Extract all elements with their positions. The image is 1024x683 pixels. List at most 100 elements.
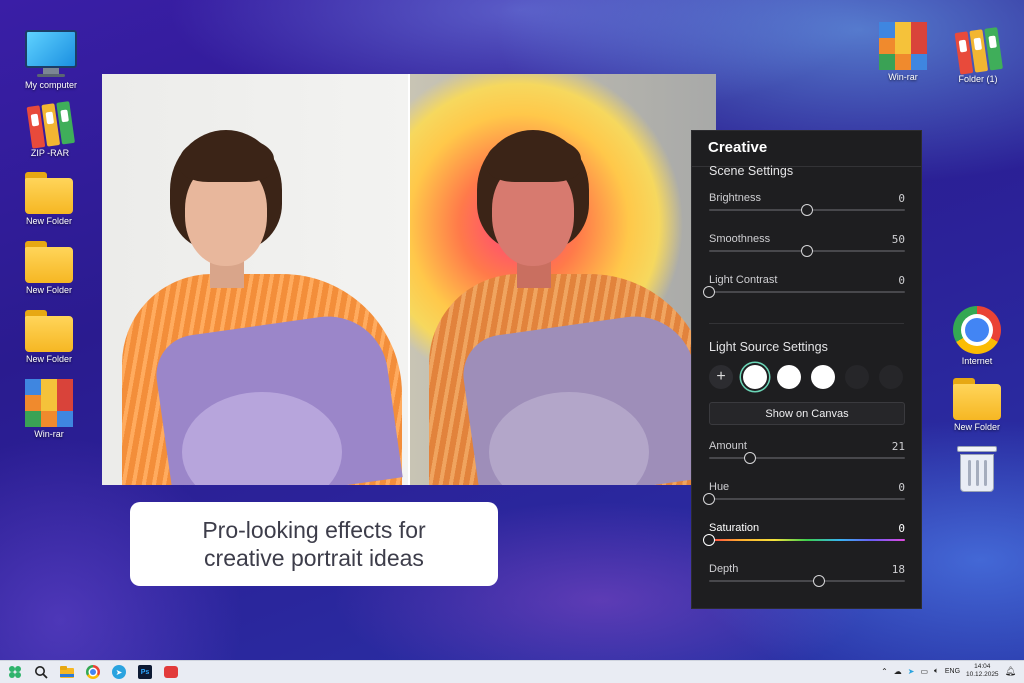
winrar-icon xyxy=(25,379,73,427)
folder-icon xyxy=(953,376,1001,420)
light-source-swatches: + xyxy=(692,364,921,390)
desktop-icon-label: New Folder xyxy=(953,422,1000,432)
desktop-icon-win-rar-top[interactable]: Win-rar xyxy=(866,22,940,82)
photoshop-button[interactable]: Ps xyxy=(136,663,154,681)
light-contrast-slider[interactable]: Light Contrast 0 xyxy=(692,274,921,315)
slider-value: 18 xyxy=(891,563,905,576)
brightness-slider[interactable]: Brightness 0 xyxy=(692,192,921,233)
photo-app-icon xyxy=(164,666,178,678)
desktop-icon-label: New Folder xyxy=(25,354,72,364)
slider-knob[interactable] xyxy=(801,204,813,216)
file-explorer-button[interactable] xyxy=(58,663,76,681)
depth-slider[interactable]: Depth 18 xyxy=(692,563,921,604)
desktop-icon-recycle-bin[interactable] xyxy=(940,446,1014,494)
add-light-button[interactable]: + xyxy=(709,365,733,389)
caption-card: Pro-looking effects for creative portrai… xyxy=(130,502,498,586)
slider-track[interactable] xyxy=(709,245,905,257)
desktop-icon-label: New Folder xyxy=(25,285,72,295)
slider-label: Light Contrast xyxy=(709,274,778,286)
slider-knob[interactable] xyxy=(812,575,825,587)
clock[interactable]: 14:04 10.12.2025 xyxy=(966,663,999,679)
desktop-icon-win-rar[interactable]: Win-rar xyxy=(12,379,86,439)
folder-icon xyxy=(25,239,73,283)
desktop-icon-new-folder-right[interactable]: New Folder xyxy=(940,376,1014,432)
desktop-icon-label: New Folder xyxy=(25,216,72,226)
telegram-icon: ➤ xyxy=(112,665,126,679)
light-source-settings-title: Light Source Settings xyxy=(709,340,828,354)
slider-knob[interactable] xyxy=(801,245,813,257)
desktop-icon-new-folder-3[interactable]: New Folder xyxy=(12,308,86,364)
light-swatch-selected[interactable] xyxy=(743,365,767,389)
light-swatch-empty[interactable] xyxy=(845,365,869,389)
taskbar: ➤ Ps ⌃ ☁ ➤ ▭ 🔈︎ ENG 14:04 10.12.2025 🔔︎ xyxy=(0,660,1024,683)
slider-value: 0 xyxy=(898,192,905,205)
clock-time: 14:04 xyxy=(974,663,991,670)
desktop-icon-folder-1[interactable]: Folder (1) xyxy=(941,26,1015,84)
archive-icon xyxy=(951,23,1005,75)
caption-line-1: Pro-looking effects for xyxy=(202,517,426,543)
network-icon[interactable]: ☁ xyxy=(894,667,902,676)
telegram-tray-icon[interactable]: ➤ xyxy=(908,667,915,676)
slider-track[interactable] xyxy=(703,286,905,298)
desktop-icon-label: Win-rar xyxy=(888,72,918,82)
winrar-icon xyxy=(879,22,927,70)
slider-track[interactable] xyxy=(703,534,905,546)
notification-bell-icon[interactable]: 🔔︎ xyxy=(1005,666,1016,677)
desktop-icon-internet[interactable]: Internet xyxy=(940,306,1014,366)
slider-knob[interactable] xyxy=(744,452,757,464)
desktop-icon-label: Win-rar xyxy=(34,429,64,439)
slider-label: Depth xyxy=(709,563,739,575)
start-button[interactable] xyxy=(6,663,24,681)
photo-before xyxy=(102,74,409,485)
slider-label: Amount xyxy=(709,440,747,452)
slider-track[interactable] xyxy=(703,493,905,505)
search-icon xyxy=(35,666,48,679)
light-swatch-empty[interactable] xyxy=(879,365,903,389)
section-divider xyxy=(709,323,904,324)
light-swatch[interactable] xyxy=(777,365,801,389)
chrome-icon xyxy=(86,665,100,679)
slider-label: Brightness xyxy=(709,192,761,204)
panel-title: Creative xyxy=(692,131,921,167)
photo-after xyxy=(409,74,716,485)
desktop-icon-new-folder-1[interactable]: New Folder xyxy=(12,170,86,226)
slider-value: 0 xyxy=(898,481,905,494)
slider-knob[interactable] xyxy=(703,286,715,298)
desktop-icon-label: My computer xyxy=(24,80,77,90)
folder-icon xyxy=(25,308,73,352)
desktop-icon-label: Internet xyxy=(961,356,993,366)
slider-track[interactable] xyxy=(709,452,905,464)
language-indicator[interactable]: ENG xyxy=(945,668,960,675)
start-icon xyxy=(9,666,21,678)
show-on-canvas-button[interactable]: Show on Canvas xyxy=(709,402,905,425)
smoothness-slider[interactable]: Smoothness 50 xyxy=(692,233,921,274)
telegram-button[interactable]: ➤ xyxy=(110,663,128,681)
clock-date: 10.12.2025 xyxy=(966,671,999,678)
amount-slider[interactable]: Amount 21 xyxy=(692,440,921,481)
display-icon[interactable]: ▭ xyxy=(920,667,928,676)
chrome-taskbar-button[interactable] xyxy=(84,663,102,681)
compare-divider[interactable] xyxy=(408,74,410,485)
desktop-icon-my-computer[interactable]: My computer xyxy=(14,30,88,90)
hue-slider[interactable]: Hue 0 xyxy=(692,481,921,522)
light-swatch[interactable] xyxy=(811,365,835,389)
desktop-icon-zip-rar[interactable]: ZIP -RAR xyxy=(13,100,87,158)
volume-icon[interactable]: 🔈︎ xyxy=(934,666,939,676)
photo-app-button[interactable] xyxy=(162,663,180,681)
photoshop-icon: Ps xyxy=(138,665,152,679)
slider-knob[interactable] xyxy=(703,493,715,505)
saturation-slider[interactable]: Saturation 0 xyxy=(692,522,921,563)
before-after-photo xyxy=(102,74,716,485)
search-button[interactable] xyxy=(32,663,50,681)
scene-settings-title: Scene Settings xyxy=(709,164,794,178)
chevron-up-icon[interactable]: ⌃ xyxy=(881,667,888,676)
slider-track[interactable] xyxy=(709,204,905,216)
computer-icon xyxy=(25,30,77,78)
desktop-icon-new-folder-2[interactable]: New Folder xyxy=(12,239,86,295)
chrome-icon xyxy=(953,306,1001,354)
recycle-bin-icon xyxy=(957,446,997,494)
slider-track[interactable] xyxy=(709,575,905,587)
slider-knob[interactable] xyxy=(703,534,715,546)
creative-panel: Creative Scene Settings Brightness 0 Smo… xyxy=(691,130,922,609)
folder-icon xyxy=(25,170,73,214)
